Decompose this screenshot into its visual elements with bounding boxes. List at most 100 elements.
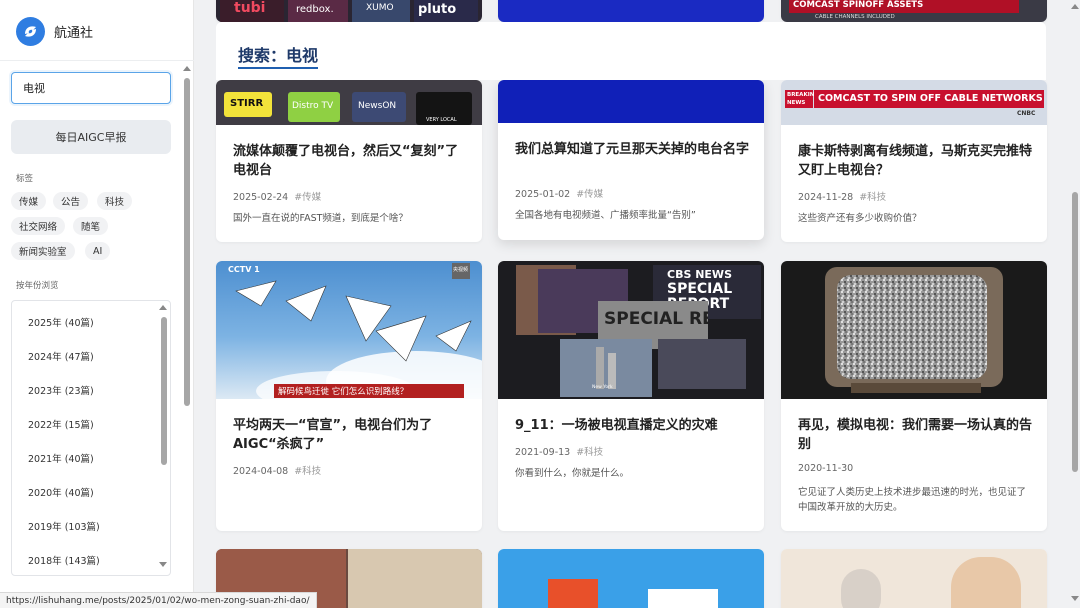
year-list-scroll-down-icon[interactable] xyxy=(159,562,167,567)
thumb-logo-text: STIRR xyxy=(224,92,272,117)
card-title[interactable]: 流媒体颠覆了电视台，然后又“复刻”了电视台 xyxy=(233,142,469,180)
search-input[interactable] xyxy=(11,72,171,104)
year-item[interactable]: 2018年 (143篇) xyxy=(28,553,100,567)
tower-shape xyxy=(596,347,604,389)
thumb-photo-panel xyxy=(348,549,482,608)
years-heading: 按年份浏览 xyxy=(16,281,59,291)
card-meta: 2020-11-30 xyxy=(798,463,853,474)
breaking-news-badge: BREAKING NEWS xyxy=(785,90,819,108)
year-list-scroll-up-icon[interactable] xyxy=(159,305,167,310)
card-description: 国外一直在说的FAST频道，到底是个啥？ xyxy=(233,213,408,224)
article-card[interactable]: 我们总算知道了元旦那天关掉的电台名字 2025-01-02 #传媒 全国各地有电视… xyxy=(498,80,764,240)
thumb-caption-text: 解码候鸟迁徙 它们怎么识别路线？ xyxy=(274,384,464,398)
thumb-logo-text: tubi xyxy=(220,0,284,22)
card-title[interactable]: 9_11：一场被电视直播定义的灾难 xyxy=(515,416,751,435)
page-scroll-down-icon[interactable] xyxy=(1071,596,1079,601)
card-meta: 2021-09-13 #科技 xyxy=(515,444,603,458)
article-card[interactable]: 再见，模拟电视：我们需要一场认真的告别 2020-11-30 它见证了人类历史上… xyxy=(781,261,1047,531)
card-thumbnail xyxy=(781,261,1047,399)
card-partial-top[interactable]: COMCAST SPINOFF ASSETS CABLE CHANNELS IN… xyxy=(781,0,1047,22)
card-meta: 2025-01-02 #传媒 xyxy=(515,186,603,200)
card-meta: 2024-04-08 #科技 xyxy=(233,463,321,477)
year-item[interactable]: 2022年 (15篇) xyxy=(28,417,94,431)
brand-logo-icon xyxy=(16,16,45,46)
tag-item[interactable]: 传媒 xyxy=(11,192,47,210)
thumb-shape xyxy=(648,589,718,608)
thumb-photo-panel xyxy=(951,557,1021,608)
thumb-caption-text: New York xyxy=(592,385,613,390)
card-thumbnail: tubi redbox. XUMO pluto xyxy=(216,0,482,22)
article-card[interactable]: CBS NEWSSPECIALREPORT SPECIAL REPORT New… xyxy=(498,261,764,531)
article-card[interactable] xyxy=(498,549,764,608)
tag-item[interactable]: 科技 xyxy=(97,192,133,210)
year-list-scrollbar[interactable] xyxy=(161,317,167,465)
card-thumbnail xyxy=(781,549,1047,608)
sidebar: 航通社 每日AIGC早报 标签 传媒 公告 科技 社交网络 随笔 新闻实验室 A… xyxy=(0,0,194,608)
card-partial-top[interactable]: tubi redbox. XUMO pluto xyxy=(216,0,482,22)
card-thumbnail: BREAKING NEWS COMCAST TO SPIN OFF CABLE N… xyxy=(781,80,1047,125)
thumb-logo-text: XUMO xyxy=(352,0,410,22)
page-scrollbar[interactable] xyxy=(1072,192,1078,472)
year-item[interactable]: 2019年 (103篇) xyxy=(28,519,100,533)
card-description: 你看到什么，你就是什么。 xyxy=(515,468,630,479)
thumb-logo-text: VERY LOCAL xyxy=(416,92,472,125)
card-tag[interactable]: #科技 xyxy=(294,466,321,477)
thumb-caption-text: COMCAST SPINOFF ASSETS xyxy=(789,0,1019,13)
card-thumbnail: COMCAST SPINOFF ASSETS CABLE CHANNELS IN… xyxy=(781,0,1047,22)
thumb-caption-text: CBS NEWS xyxy=(667,268,732,281)
card-date: 2020-11-30 xyxy=(798,463,854,474)
cranes-illustration xyxy=(235,280,482,399)
tags-heading: 标签 xyxy=(16,174,34,184)
card-description: 它见证了人类历史上技术进步最迅速的时光，也见证了中国改革开放的大历史。 xyxy=(798,487,1027,513)
card-date: 2025-02-24 xyxy=(233,192,289,203)
brand[interactable]: 航通社 xyxy=(16,16,93,46)
card-date: 2025-01-02 xyxy=(515,189,571,200)
thumb-logo-text: Distro TV xyxy=(288,92,340,122)
card-description: 全国各地有电视频道、广播频率批量“告别” xyxy=(515,210,696,221)
card-partial-top[interactable] xyxy=(498,0,764,22)
article-card[interactable]: BREAKING NEWS COMCAST TO SPIN OFF CABLE N… xyxy=(781,80,1047,242)
year-item[interactable]: 2024年 (47篇) xyxy=(28,349,94,363)
brand-name: 航通社 xyxy=(54,25,94,41)
thumb-caption-text: NEWS xyxy=(787,100,806,106)
tag-item[interactable]: AI xyxy=(85,242,111,260)
year-item[interactable]: 2025年 (40篇) xyxy=(28,315,94,329)
status-bar-url: https://lishuhang.me/posts/2025/01/02/wo… xyxy=(0,592,317,608)
daily-aigc-button[interactable]: 每日AIGC早报 xyxy=(11,120,171,154)
sidebar-scrollbar[interactable] xyxy=(184,78,190,406)
year-list: 2025年 (40篇) 2024年 (47篇) 2023年 (23篇) 2022… xyxy=(11,300,171,576)
card-tag[interactable]: #科技 xyxy=(859,192,886,203)
card-title[interactable]: 再见，模拟电视：我们需要一场认真的告别 xyxy=(798,416,1034,454)
year-item[interactable]: 2021年 (40篇) xyxy=(28,451,94,465)
card-date: 2024-04-08 xyxy=(233,466,289,477)
card-tag[interactable]: #传媒 xyxy=(294,192,321,203)
article-card[interactable]: STIRR Distro TV NewsON VERY LOCAL 流媒体颠覆了… xyxy=(216,80,482,242)
card-date: 2021-09-13 xyxy=(515,447,571,458)
sidebar-scroll-up-icon[interactable] xyxy=(183,66,191,71)
page-scroll-up-icon[interactable] xyxy=(1071,4,1079,9)
card-tag[interactable]: #传媒 xyxy=(576,189,603,200)
article-card[interactable]: CCTV 1 央视频 解码候鸟迁徙 它们怎么识别路线？ 平均两天一“官宣”，电视… xyxy=(216,261,482,531)
article-card[interactable] xyxy=(781,549,1047,608)
card-thumbnail: CBS NEWSSPECIALREPORT SPECIAL REPORT New… xyxy=(498,261,764,399)
card-meta: 2025-02-24 #传媒 xyxy=(233,189,321,203)
card-thumbnail xyxy=(498,80,764,123)
card-thumbnail xyxy=(498,0,764,22)
card-title[interactable]: 康卡斯特剥离有线频道，马斯克买完推特又盯上电视台？ xyxy=(798,142,1034,180)
tag-item[interactable]: 公告 xyxy=(53,192,89,210)
tag-item[interactable]: 新闻实验室 xyxy=(11,242,75,260)
tag-item[interactable]: 社交网络 xyxy=(11,217,66,235)
channel-logo-text: CCTV 1 xyxy=(228,265,260,274)
card-date: 2024-11-28 xyxy=(798,192,854,203)
card-title[interactable]: 我们总算知道了元旦那天关掉的电台名字 xyxy=(515,140,751,159)
year-item[interactable]: 2023年 (23篇) xyxy=(28,383,94,397)
thumb-logo-text: pluto xyxy=(414,0,478,22)
year-item[interactable]: 2020年 (40篇) xyxy=(28,485,94,499)
search-header: 搜索：电视 xyxy=(216,22,1046,80)
thumb-caption-text: CNBC xyxy=(1017,110,1036,117)
tag-item[interactable]: 随笔 xyxy=(73,217,109,235)
thumb-logo-text: NewsON xyxy=(352,92,406,122)
card-title[interactable]: 平均两天一“官宣”，电视台们为了AIGC“杀疯了” xyxy=(233,416,469,454)
card-tag[interactable]: #科技 xyxy=(576,447,603,458)
card-thumbnail: CCTV 1 央视频 解码候鸟迁徙 它们怎么识别路线？ xyxy=(216,261,482,399)
